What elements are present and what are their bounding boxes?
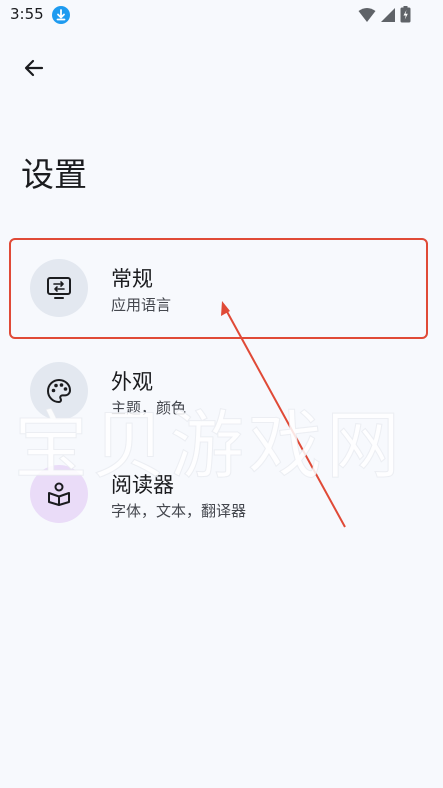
back-button[interactable] <box>18 54 50 86</box>
settings-item-reader[interactable]: 阅读器 字体，文本，翻译器 <box>10 445 430 545</box>
settings-item-subtitle: 应用语言 <box>111 296 172 314</box>
download-icon <box>52 6 70 24</box>
monitor-icon <box>30 259 88 317</box>
status-bar: 3:55 <box>0 0 443 32</box>
settings-item-appearance[interactable]: 外观 主题，颜色 <box>10 342 430 442</box>
status-time: 3:55 <box>10 5 44 23</box>
arrow-left-icon <box>22 56 46 84</box>
status-icons <box>358 6 411 27</box>
wifi-icon <box>358 7 376 27</box>
settings-item-subtitle: 字体，文本，翻译器 <box>111 502 247 520</box>
settings-item-title: 阅读器 <box>111 473 174 497</box>
settings-item-title: 外观 <box>111 370 153 394</box>
page-title: 设置 <box>21 155 87 194</box>
reader-icon <box>30 465 88 523</box>
settings-item-title: 常规 <box>111 267 153 291</box>
signal-icon <box>380 7 396 27</box>
palette-icon <box>30 362 88 420</box>
battery-icon <box>400 6 411 27</box>
settings-item-general[interactable]: 常规 应用语言 <box>10 239 430 339</box>
settings-item-subtitle: 主题，颜色 <box>111 399 187 417</box>
